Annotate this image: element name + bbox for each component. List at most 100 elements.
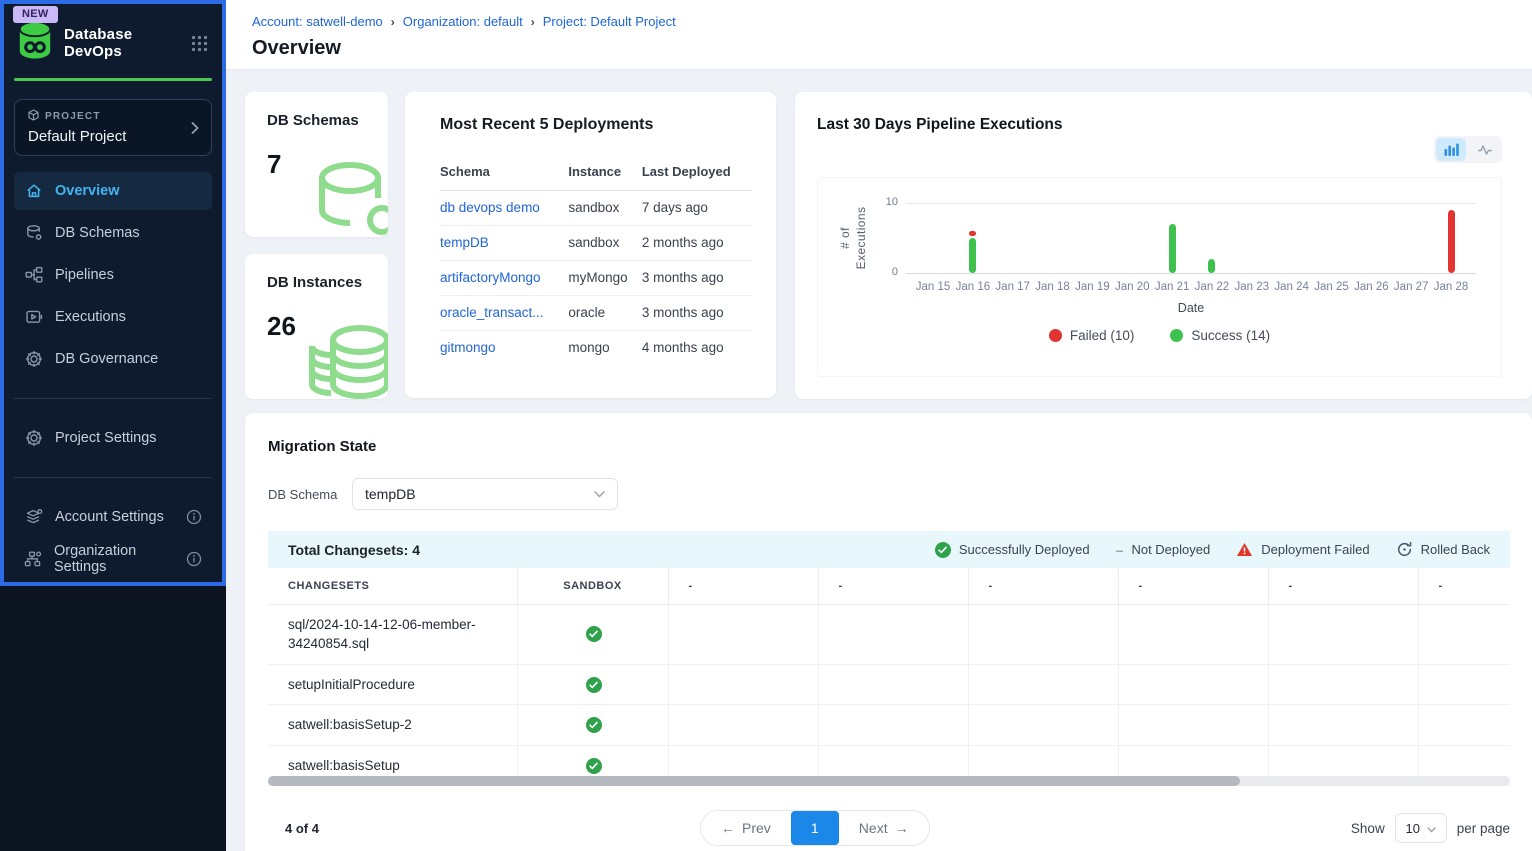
- sidebar-item-executions[interactable]: Executions: [14, 298, 212, 336]
- changesets-column-header: -: [968, 568, 1118, 604]
- legend-label: Success (14): [1191, 328, 1270, 343]
- empty-cell: [818, 664, 968, 705]
- project-cube-icon: [28, 109, 39, 124]
- x-tick-label: Jan 24: [1270, 281, 1314, 293]
- project-name: Default Project: [28, 128, 181, 145]
- x-tick-label: Jan 23: [1230, 281, 1274, 293]
- deployment-instance-cell: mongo: [568, 331, 641, 366]
- info-icon[interactable]: [186, 509, 202, 525]
- chart-legend: Failed (10)Success (14): [818, 328, 1501, 343]
- x-tick-label: Jan 18: [1031, 281, 1075, 293]
- sidebar-item-project-settings[interactable]: Project Settings: [14, 419, 212, 457]
- pagination: 4 of 4 ← Prev 1 Next → Show: [268, 809, 1510, 847]
- sidebar-item-overview[interactable]: Overview: [14, 172, 212, 210]
- chart-legend-item: Success (14): [1170, 328, 1270, 343]
- x-tick-label: Jan 26: [1349, 281, 1393, 293]
- deployment-instance-cell: myMongo: [568, 261, 641, 296]
- brand-divider: [14, 78, 212, 81]
- db-schemas-card: DB Schemas 7: [245, 92, 388, 237]
- line-chart-toggle-button[interactable]: [1470, 138, 1500, 161]
- status-legend-item: Rolled Back: [1396, 541, 1490, 558]
- page-size-control: Show 10 per page: [1351, 813, 1510, 843]
- changeset-sandbox-cell: [517, 664, 668, 705]
- horizontal-scrollbar-thumb[interactable]: [268, 776, 1240, 786]
- rollback-icon: [1396, 541, 1413, 558]
- row-count: 4 of 4: [285, 821, 319, 836]
- status-legend: Successfully Deployed–Not DeployedDeploy…: [935, 541, 1490, 558]
- sidebar-item-label: Overview: [55, 183, 120, 199]
- deployment-schema-cell: artifactoryMongo: [440, 261, 568, 296]
- new-badge: NEW: [13, 6, 58, 23]
- topbar: Account: satwell-demo › Organization: de…: [226, 0, 1532, 70]
- empty-cell: [1268, 664, 1418, 705]
- bar-chart-toggle-button[interactable]: [1436, 138, 1466, 161]
- sidebar-item-pipelines[interactable]: Pipelines: [14, 256, 212, 294]
- sidebar-item-account-settings[interactable]: Account Settings: [14, 498, 212, 536]
- deployment-row: tempDBsandbox2 months ago: [440, 226, 752, 261]
- changesets-column-header: CHANGESETS: [268, 568, 517, 604]
- x-tick-label: Jan 25: [1310, 281, 1354, 293]
- success-check-icon: [586, 626, 602, 641]
- deployment-schema-cell: oracle_transact...: [440, 296, 568, 331]
- info-icon[interactable]: [186, 551, 202, 567]
- empty-cell: [668, 705, 818, 746]
- deployment-row: artifactoryMongomyMongo3 months ago: [440, 261, 752, 296]
- deployment-schema-cell: gitmongo: [440, 331, 568, 366]
- app-title: Database DevOps: [64, 26, 181, 60]
- y-axis-label: # of Executions: [838, 202, 882, 274]
- breadcrumb-organization-link[interactable]: Organization: default: [403, 14, 523, 29]
- deployment-last-deployed-cell: 4 months ago: [642, 331, 752, 366]
- chevron-down-icon: [1427, 821, 1436, 836]
- deployment-instance-cell: oracle: [568, 296, 641, 331]
- play-box-icon: [24, 308, 43, 326]
- recent-deployments-card: Most Recent 5 Deployments SchemaInstance…: [405, 92, 776, 398]
- schema-link[interactable]: artifactoryMongo: [440, 270, 541, 285]
- deployment-row: oracle_transact...oracle3 months ago: [440, 296, 752, 331]
- schema-link[interactable]: tempDB: [440, 235, 489, 250]
- status-legend-item: Deployment Failed: [1236, 542, 1369, 557]
- success-check-icon: [935, 542, 951, 558]
- changesets-panel: Total Changesets: 4 Successfully Deploye…: [268, 531, 1510, 786]
- sidebar-item-organization-settings[interactable]: Organization Settings: [14, 540, 212, 578]
- empty-cell: [668, 664, 818, 705]
- prev-page-button[interactable]: ← Prev: [701, 811, 791, 845]
- next-page-button[interactable]: Next →: [839, 811, 929, 845]
- legend-dot-icon: [1170, 329, 1183, 342]
- sidebar-item-label: Executions: [55, 309, 126, 325]
- changeset-row: satwell:basisSetup-2: [268, 705, 1510, 746]
- deployment-last-deployed-cell: 7 days ago: [642, 191, 752, 226]
- changesets-column-header: -: [1268, 568, 1418, 604]
- sidebar-item-label: Organization Settings: [54, 543, 174, 575]
- project-selector[interactable]: PROJECT Default Project: [14, 99, 212, 156]
- empty-cell: [668, 604, 818, 664]
- empty-cell: [1118, 604, 1268, 664]
- empty-cell: [1418, 705, 1510, 746]
- per-page-label: per page: [1457, 821, 1510, 836]
- success-check-icon: [586, 758, 602, 773]
- schema-link[interactable]: db devops demo: [440, 200, 540, 215]
- page-1-button[interactable]: 1: [791, 811, 839, 845]
- sidebar-item-db-schemas[interactable]: DB Schemas: [14, 214, 212, 252]
- x-tick-label: Jan 22: [1190, 281, 1234, 293]
- deployment-instance-cell: sandbox: [568, 226, 641, 261]
- changesets-table-wrap: CHANGESETSSANDBOX------ sql/2024-10-14-1…: [268, 568, 1510, 786]
- changeset-name-cell: setupInitialProcedure: [268, 664, 517, 705]
- deployment-schema-cell: tempDB: [440, 226, 568, 261]
- empty-cell: [1268, 604, 1418, 664]
- schema-link[interactable]: oracle_transact...: [440, 305, 544, 320]
- empty-cell: [1118, 664, 1268, 705]
- sidebar-item-db-governance[interactable]: DB Governance: [14, 340, 212, 378]
- db-schema-select[interactable]: tempDB: [352, 478, 618, 510]
- breadcrumb-project-link[interactable]: Project: Default Project: [543, 14, 676, 29]
- database-devops-logo-icon: [16, 20, 54, 66]
- empty-cell: [818, 604, 968, 664]
- breadcrumb-account-link[interactable]: Account: satwell-demo: [252, 14, 383, 29]
- horizontal-scrollbar-track[interactable]: [268, 776, 1510, 786]
- status-legend-item: Successfully Deployed: [935, 542, 1090, 558]
- page-size-select[interactable]: 10: [1395, 813, 1447, 843]
- changesets-column-header: -: [1118, 568, 1268, 604]
- x-tick-label: Jan 19: [1070, 281, 1114, 293]
- schema-link[interactable]: gitmongo: [440, 340, 496, 355]
- deployment-row: db devops demosandbox7 days ago: [440, 191, 752, 226]
- apps-grid-icon[interactable]: [191, 35, 208, 52]
